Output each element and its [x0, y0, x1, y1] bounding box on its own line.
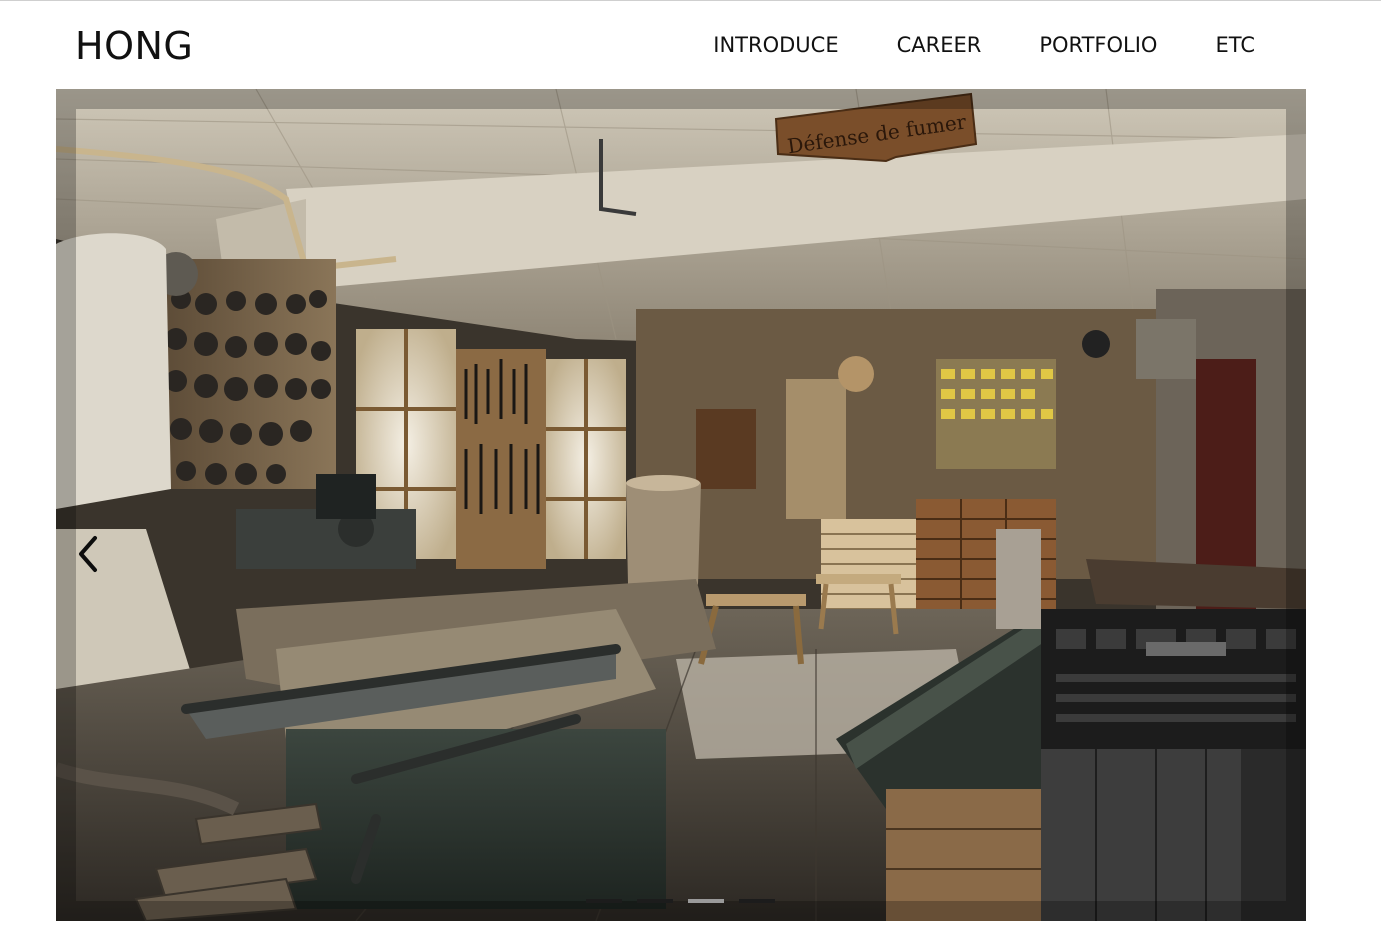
- nav-item-portfolio[interactable]: PORTFOLIO: [1039, 31, 1157, 59]
- carousel-indicator-1[interactable]: [586, 899, 622, 903]
- main-nav: INTRODUCE CAREER PORTFOLIO ETC: [655, 31, 1255, 59]
- hero-carousel: Défense de fumer: [56, 89, 1306, 921]
- nav-item-career[interactable]: CAREER: [897, 31, 982, 59]
- nav-item-introduce[interactable]: INTRODUCE: [713, 31, 838, 59]
- carousel-indicator-3[interactable]: [688, 899, 724, 903]
- site-header: HONG INTRODUCE CAREER PORTFOLIO ETC: [0, 1, 1381, 89]
- nav-item-etc[interactable]: ETC: [1215, 31, 1255, 59]
- slide-image-workshop: Défense de fumer: [56, 89, 1306, 921]
- brand-logo[interactable]: HONG: [75, 24, 193, 68]
- carousel-indicator-4[interactable]: [739, 899, 775, 903]
- carousel-indicators: [586, 899, 776, 905]
- carousel-indicator-2[interactable]: [637, 899, 673, 903]
- chevron-left-icon[interactable]: [76, 532, 100, 576]
